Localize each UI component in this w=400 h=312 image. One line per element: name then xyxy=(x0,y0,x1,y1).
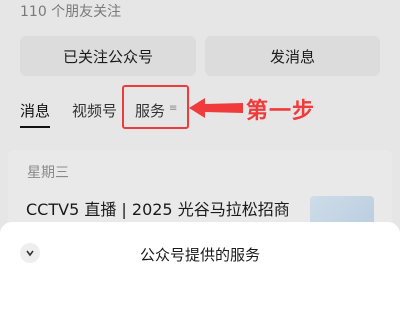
tab-channels[interactable]: 视频号 xyxy=(72,100,117,121)
sheet-title: 公众号提供的服务 xyxy=(139,246,260,264)
arrow-left-icon xyxy=(189,98,243,118)
services-bottom-sheet xyxy=(0,222,400,312)
followers-count: 110 个朋友关注 xyxy=(20,4,122,20)
feed-date-label: 星期三 xyxy=(27,165,69,181)
active-tab-indicator xyxy=(20,126,50,128)
article-title[interactable]: CCTV5 直播 | 2025 光谷马拉松招商 xyxy=(26,196,308,220)
annotation-step-label: 第一步 xyxy=(246,99,316,124)
annotation-highlight-box xyxy=(122,85,189,129)
send-message-button[interactable]: 发消息 xyxy=(205,36,380,76)
followed-account-button[interactable]: 已关注公众号 xyxy=(20,36,196,76)
tab-messages[interactable]: 消息 xyxy=(20,100,50,121)
